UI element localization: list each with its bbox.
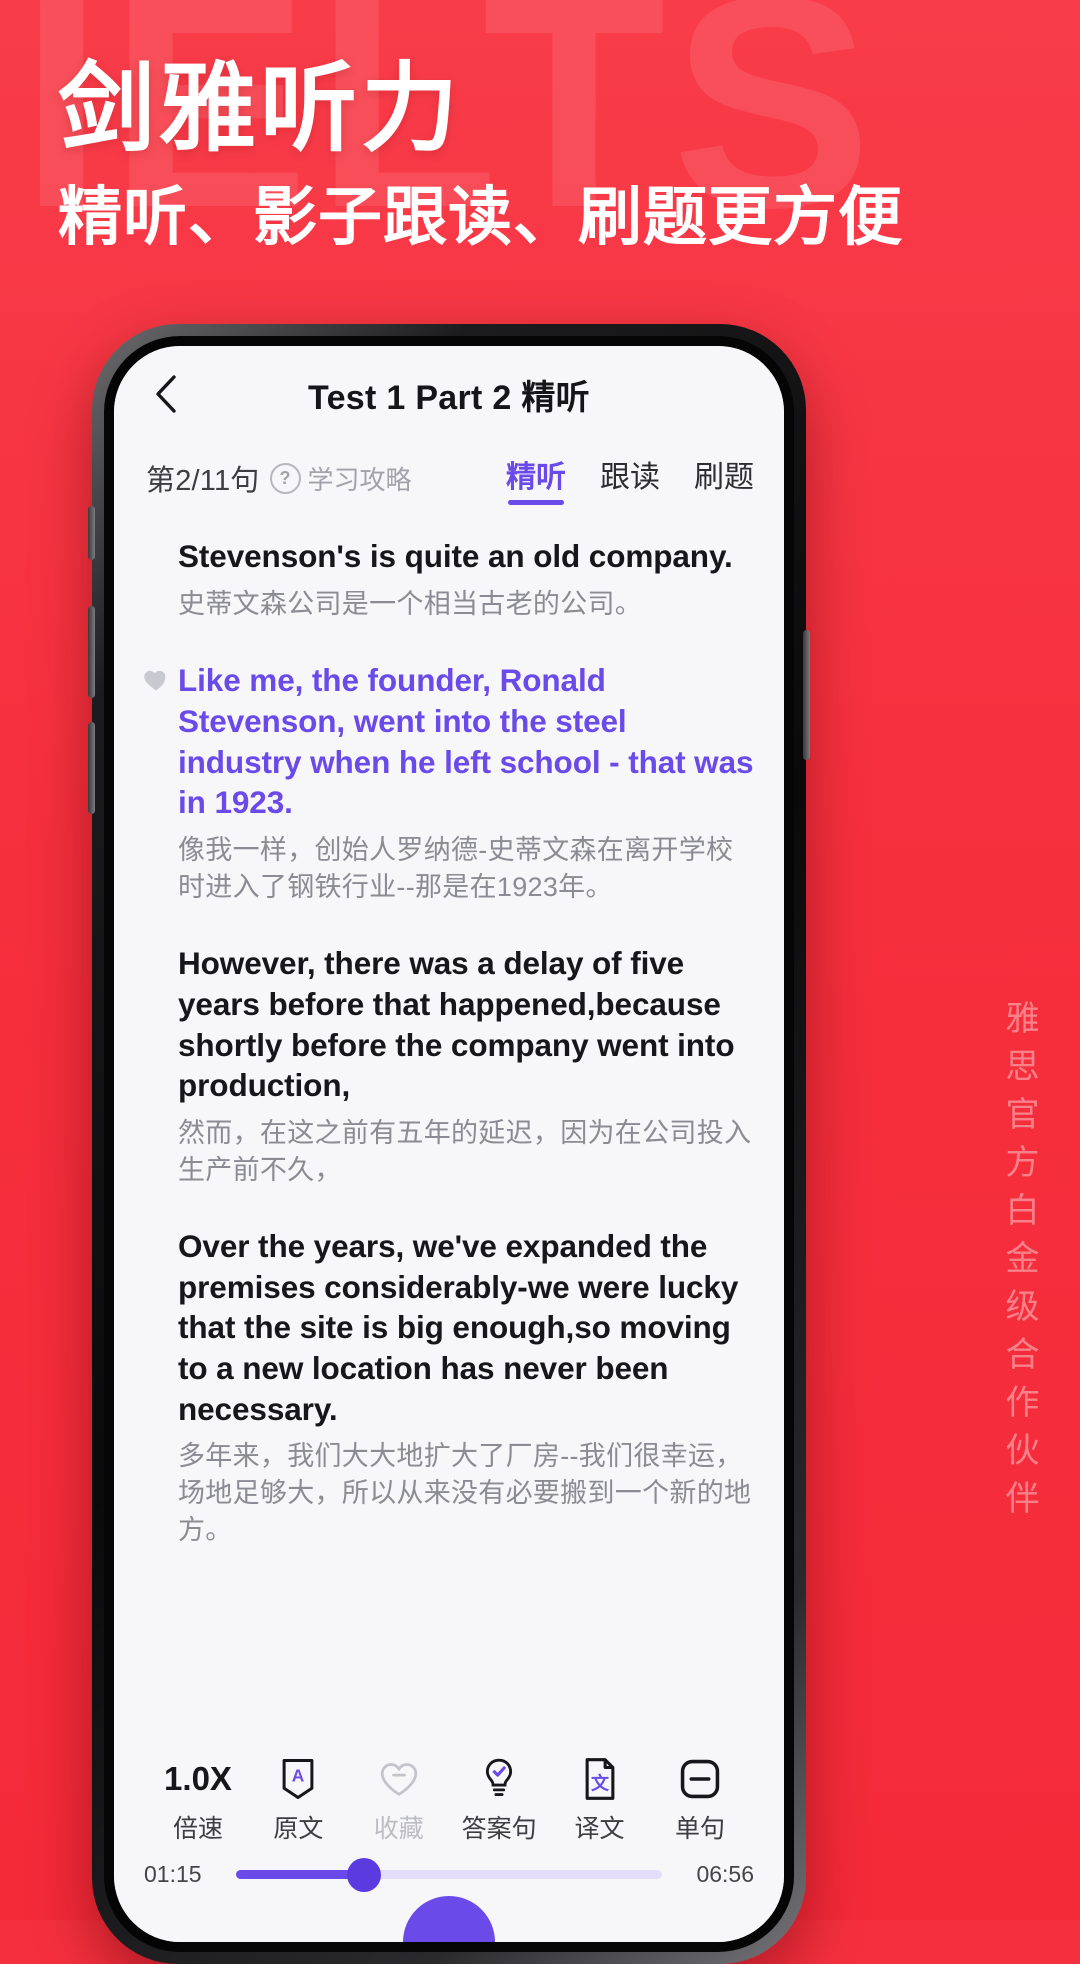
transcript-paragraph[interactable]: Stevenson's is quite an old company. 史蒂文… xyxy=(142,536,756,622)
favorite-heart-icon[interactable] xyxy=(142,666,170,694)
play-pause-button[interactable] xyxy=(403,1896,495,1942)
transcript-paragraph[interactable]: However, there was a delay of five years… xyxy=(142,943,756,1188)
hero-title: 剑雅听力 xyxy=(58,54,462,163)
transcript-zh: 史蒂文森公司是一个相当古老的公司。 xyxy=(178,588,643,619)
sub-header: 第2/11句 ? 学习攻略 精听 跟读 刷题 xyxy=(114,442,784,514)
progress-knob[interactable] xyxy=(346,1857,381,1892)
tab-gendu-label: 跟读 xyxy=(600,460,660,494)
original-text-button[interactable]: A 原文 xyxy=(248,1757,348,1845)
tab-shuati-label: 刷题 xyxy=(694,460,754,494)
player-toolbar: 1.0X 倍速 A 原文 收藏 答案句 文 译文 单句 xyxy=(114,1735,784,1855)
player-progress-row: 01:15 06:56 xyxy=(114,1855,784,1892)
total-time-label: 06:56 xyxy=(696,1861,754,1887)
phone-mockup: Test 1 Part 2 精听 第2/11句 ? 学习攻略 精听 跟读 刷题 xyxy=(88,324,810,1964)
favorite-label: 收藏 xyxy=(373,1815,424,1843)
transcript-en: Stevenson's is quite an old company. xyxy=(178,538,733,574)
answer-sentence-button[interactable]: 答案句 xyxy=(449,1757,549,1845)
tab-gendu[interactable]: 跟读 xyxy=(600,452,660,505)
svg-text:文: 文 xyxy=(591,1772,610,1793)
tab-jingting[interactable]: 精听 xyxy=(506,452,566,505)
answer-sentence-label: 答案句 xyxy=(461,1815,537,1843)
tab-active-underline xyxy=(508,499,564,505)
tab-shuati[interactable]: 刷题 xyxy=(694,452,754,505)
phone-mute-button xyxy=(88,506,95,560)
transcript-zh: 多年来，我们大大地扩大了厂房--我们很幸运，场地足够大，所以从来没有必要搬到一个… xyxy=(178,1441,752,1545)
transcript-en: Like me, the founder, Ronald Stevenson, … xyxy=(178,662,754,821)
transcript-en: Over the years, we've expanded the premi… xyxy=(178,1228,739,1427)
progress-slider[interactable] xyxy=(236,1857,662,1892)
back-button[interactable] xyxy=(144,372,188,416)
phone-power-button xyxy=(803,630,810,760)
app-screen: Test 1 Part 2 精听 第2/11句 ? 学习攻略 精听 跟读 刷题 xyxy=(114,346,784,1942)
transcript-en: However, there was a delay of five years… xyxy=(178,945,735,1104)
current-time-label: 01:15 xyxy=(144,1861,202,1887)
transcript-list[interactable]: Stevenson's is quite an old company. 史蒂文… xyxy=(114,514,784,1735)
translation-label: 译文 xyxy=(574,1815,625,1843)
question-circle-icon[interactable]: ? xyxy=(269,462,301,494)
app-header: Test 1 Part 2 精听 xyxy=(114,346,784,442)
hero-section: 剑雅听力 精听、影子跟读、刷题更方便 xyxy=(58,54,1038,253)
phone-volume-down-button xyxy=(88,722,95,814)
tab-jingting-label: 精听 xyxy=(506,460,566,494)
single-sentence-icon xyxy=(679,1757,721,1801)
speed-button[interactable]: 1.0X 倍速 xyxy=(148,1757,248,1845)
page-title: Test 1 Part 2 精听 xyxy=(308,378,590,417)
translation-file-icon: 文 xyxy=(582,1757,618,1801)
transcript-paragraph-active[interactable]: Like me, the founder, Ronald Stevenson, … xyxy=(142,660,756,905)
transcript-zh: 像我一样，创始人罗纳德-史蒂文森在离开学校时进入了钢铁行业--那是在1923年。 xyxy=(178,834,734,902)
original-text-bookmark-icon: A xyxy=(279,1757,317,1801)
original-text-label: 原文 xyxy=(273,1815,324,1843)
sentence-index-label: 第2/11句 xyxy=(146,465,260,497)
mode-tabs: 精听 跟读 刷题 xyxy=(506,452,754,505)
transcript-zh: 然而，在这之前有五年的延迟，因为在公司投入生产前不久， xyxy=(178,1117,752,1185)
lightbulb-check-icon xyxy=(480,1757,518,1801)
speed-label: 倍速 xyxy=(172,1815,223,1843)
hero-subtitle: 精听、影子跟读、刷题更方便 xyxy=(58,180,903,253)
single-sentence-label: 单句 xyxy=(674,1815,725,1843)
translation-button[interactable]: 文 译文 xyxy=(550,1757,650,1845)
speed-text-icon: 1.0X xyxy=(164,1760,232,1797)
chevron-left-icon xyxy=(156,375,176,413)
favorite-button[interactable]: 收藏 xyxy=(349,1757,449,1845)
heart-minus-icon xyxy=(378,1757,420,1801)
partner-vertical-text: 雅思官方白金级合作伙伴 xyxy=(1000,1000,1038,1528)
play-controls-row xyxy=(114,1888,784,1942)
progress-fill xyxy=(236,1870,364,1879)
svg-text:A: A xyxy=(292,1765,305,1785)
study-guide-link[interactable]: 学习攻略 xyxy=(308,460,412,497)
single-sentence-button[interactable]: 单句 xyxy=(650,1757,750,1845)
phone-volume-up-button xyxy=(88,606,95,698)
player-toolbar-wrap: 1.0X 倍速 A 原文 收藏 答案句 文 译文 单句 01:15 06:56 xyxy=(114,1735,784,1942)
phone-bezel: Test 1 Part 2 精听 第2/11句 ? 学习攻略 精听 跟读 刷题 xyxy=(104,336,794,1952)
transcript-paragraph[interactable]: Over the years, we've expanded the premi… xyxy=(142,1226,756,1548)
